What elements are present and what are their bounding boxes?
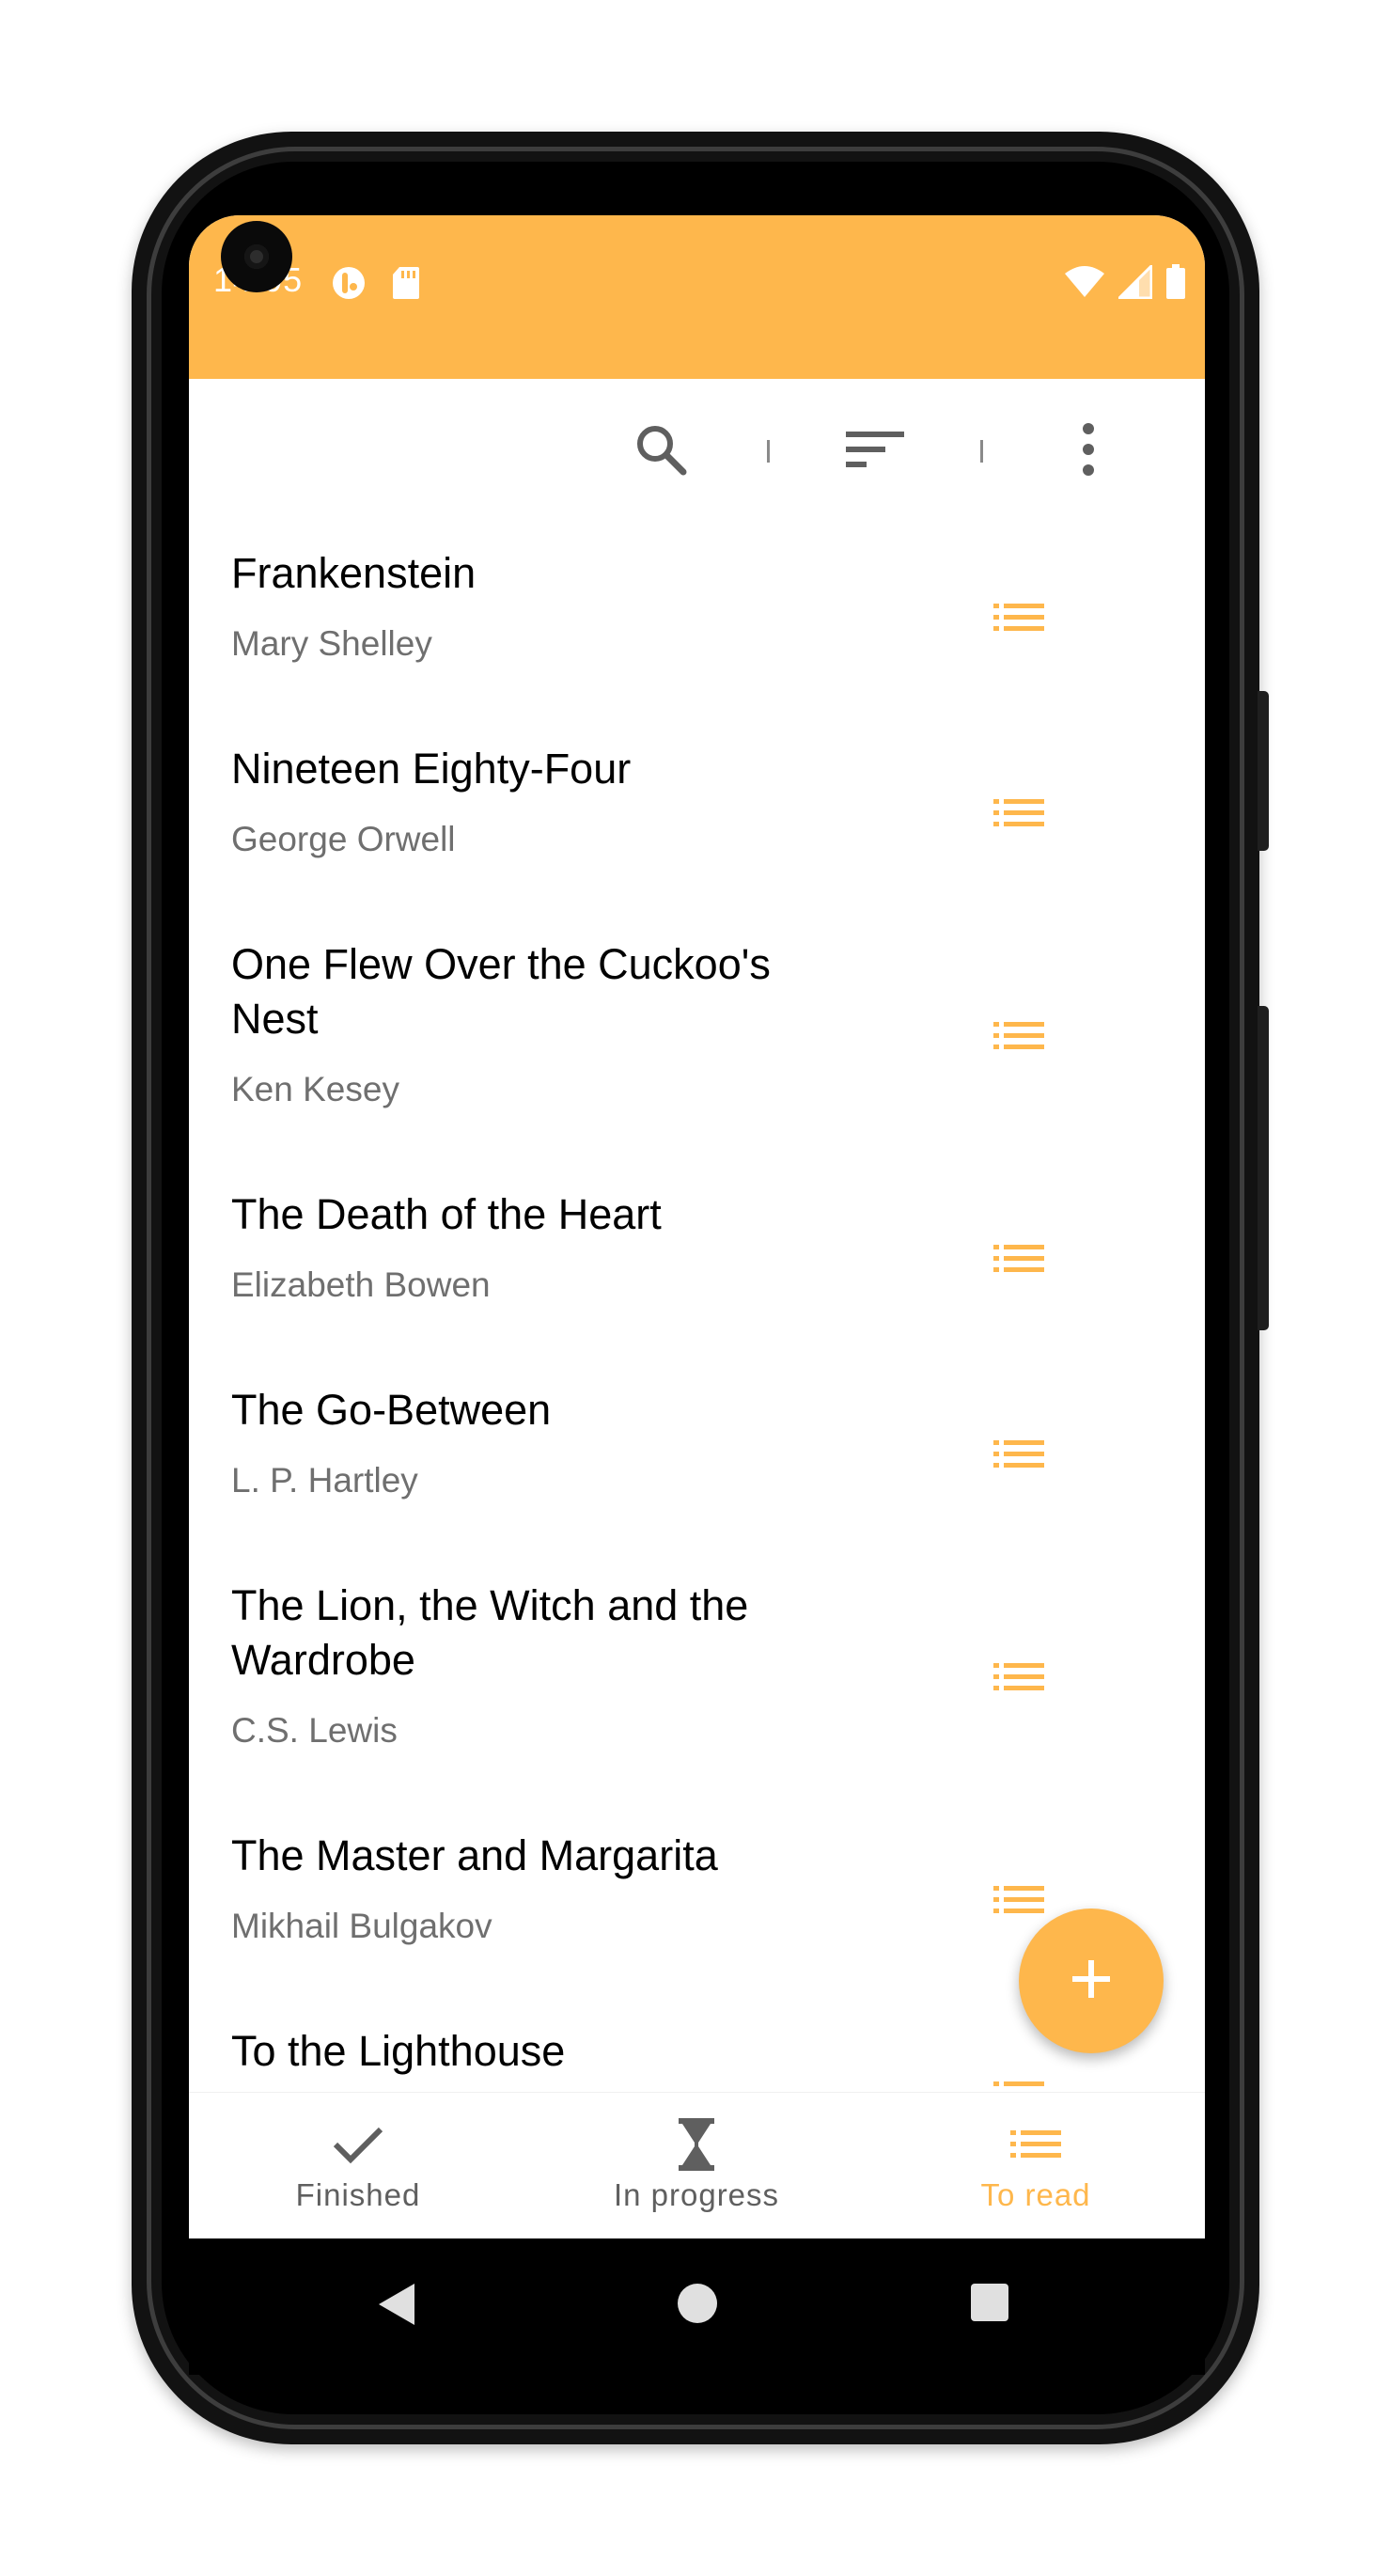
- book-title: The Go-Between: [231, 1386, 552, 1434]
- system-navigation-bar: [189, 2238, 1205, 2375]
- list-icon[interactable]: [992, 1658, 1045, 1696]
- nav-label-in-progress: In progress: [613, 2177, 780, 2212]
- toolbar-divider: [767, 440, 770, 463]
- list-item[interactable]: One Flew Over the Cuckoo's Nest Ken Kese…: [189, 911, 1205, 1161]
- book-title: Frankenstein: [231, 549, 477, 597]
- plus-icon: [1071, 1958, 1112, 2004]
- book-title: The Death of the Heart: [231, 1190, 662, 1238]
- front-camera: [221, 221, 292, 292]
- wifi-icon: [1064, 266, 1105, 303]
- add-book-fab[interactable]: [1019, 1908, 1164, 2053]
- nav-item-in-progress[interactable]: In progress: [527, 2093, 866, 2238]
- list-item[interactable]: The Go-Between L. P. Hartley: [189, 1357, 1205, 1552]
- nav-item-to-read[interactable]: To read: [867, 2093, 1205, 2238]
- list-item[interactable]: Nineteen Eighty-Four George Orwell: [189, 715, 1205, 911]
- book-title: Nineteen Eighty-Four: [231, 745, 632, 793]
- list-icon[interactable]: [992, 1881, 1045, 1919]
- recents-icon[interactable]: [969, 2282, 1010, 2323]
- list-icon[interactable]: [992, 1240, 1045, 1278]
- hourglass-icon: [678, 2117, 715, 2172]
- app-screen: 14:05: [189, 215, 1205, 2238]
- book-author: Ken Kesey: [231, 1070, 399, 1108]
- check-icon: [332, 2117, 384, 2172]
- nav-label-to-read: To read: [980, 2177, 1091, 2212]
- volume-rocker: [1258, 1006, 1269, 1330]
- status-icons-right: [1064, 262, 1186, 305]
- device-stage: 14:05: [0, 0, 1391, 2576]
- top-app-bar: [189, 379, 1205, 520]
- book-title: The Master and Margarita: [231, 1831, 718, 1879]
- list-item[interactable]: The Death of the Heart Elizabeth Bowen: [189, 1161, 1205, 1357]
- list-icon[interactable]: [992, 1017, 1045, 1055]
- list-icon[interactable]: [992, 1436, 1045, 1473]
- assistant-icon: [330, 264, 367, 306]
- back-icon[interactable]: [377, 2282, 418, 2327]
- list-icon[interactable]: [992, 599, 1045, 636]
- power-button: [1258, 691, 1269, 851]
- book-title: The Lion, the Witch and the Wardrobe: [231, 1581, 749, 1684]
- search-icon[interactable]: [630, 418, 692, 480]
- sort-icon[interactable]: [844, 418, 906, 480]
- sd-card-icon: [392, 266, 420, 305]
- bottom-navigation: Finished In progress To read: [189, 2092, 1205, 2238]
- toolbar-divider: [980, 440, 983, 463]
- book-author: L. P. Hartley: [231, 1461, 418, 1500]
- home-icon[interactable]: [676, 2282, 719, 2325]
- book-author: Mary Shelley: [231, 624, 432, 663]
- nav-label-finished: Finished: [295, 2177, 421, 2212]
- signal-icon: [1116, 262, 1153, 304]
- nav-item-finished[interactable]: Finished: [189, 2093, 527, 2238]
- more-vert-icon[interactable]: [1057, 418, 1119, 480]
- list-icon[interactable]: [992, 794, 1045, 832]
- battery-icon: [1165, 264, 1186, 305]
- book-author: Elizabeth Bowen: [231, 1265, 491, 1304]
- book-author: C.S. Lewis: [231, 1711, 398, 1750]
- list-icon: [1010, 2117, 1061, 2172]
- status-bar: 14:05: [189, 215, 1205, 379]
- book-author: George Orwell: [231, 820, 456, 858]
- status-icons-left: [330, 264, 420, 306]
- book-title: To the Lighthouse: [231, 2027, 566, 2075]
- list-item[interactable]: The Lion, the Witch and the Wardrobe C.S…: [189, 1552, 1205, 1802]
- list-item[interactable]: Frankenstein Mary Shelley: [189, 520, 1205, 715]
- book-title: One Flew Over the Cuckoo's Nest: [231, 940, 771, 1043]
